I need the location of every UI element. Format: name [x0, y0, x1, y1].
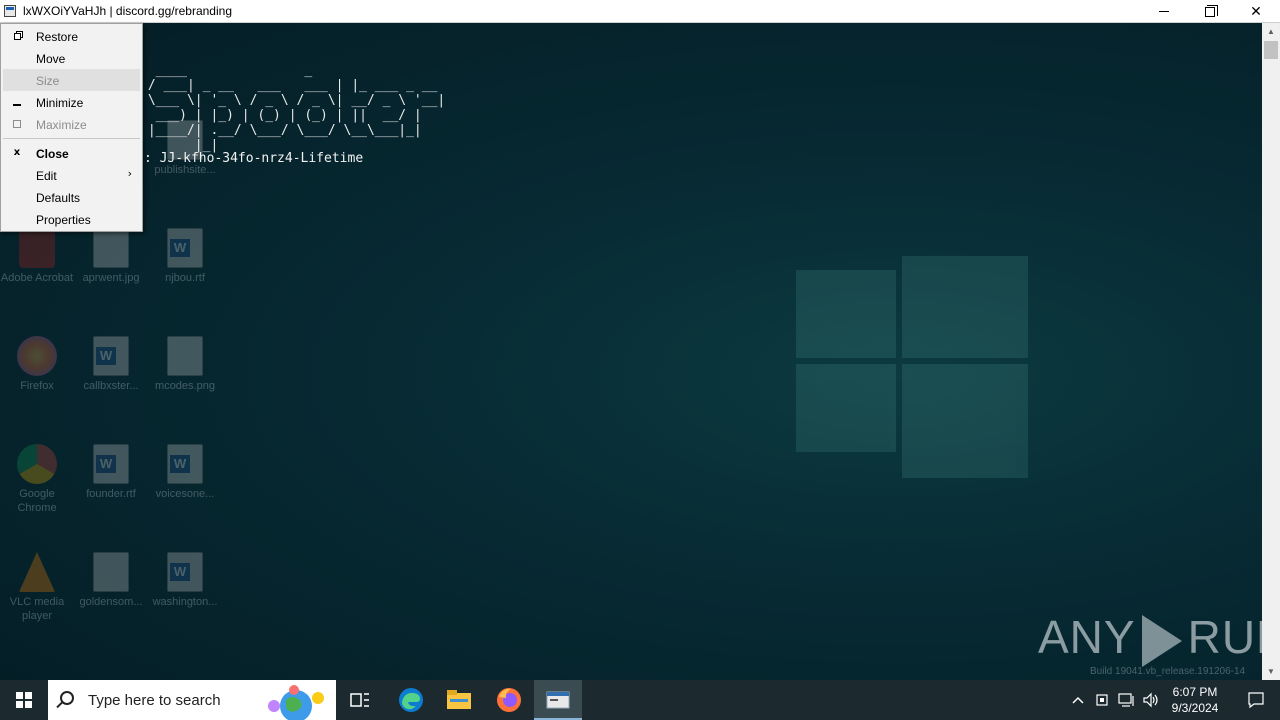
menu-item-label: Move — [36, 52, 66, 66]
taskbar: Type here to search 6:07 PM 9/3/2024 — [0, 680, 1280, 720]
minimize-icon — [13, 104, 21, 106]
scroll-up-icon[interactable]: ▲ — [1262, 23, 1280, 40]
search-placeholder: Type here to search — [88, 692, 221, 709]
menu-item-edit[interactable]: Edit › — [3, 164, 140, 186]
task-view-icon — [350, 693, 369, 707]
scrollbar-thumb[interactable] — [1264, 41, 1278, 59]
restore-button[interactable] — [1187, 0, 1233, 23]
close-icon: x — [13, 147, 21, 158]
action-center-button[interactable] — [1232, 680, 1280, 720]
taskbar-clock[interactable]: 6:07 PM 9/3/2024 — [1162, 684, 1228, 716]
chevron-up-icon — [1072, 696, 1084, 704]
close-icon: ✕ — [1250, 3, 1262, 20]
menu-item-move[interactable]: Move — [3, 47, 140, 69]
tray-network-adapter[interactable] — [1092, 680, 1114, 720]
taskbar-explorer-button[interactable] — [435, 680, 483, 720]
vertical-scrollbar[interactable]: ▲ ▼ — [1262, 23, 1280, 680]
menu-separator — [3, 138, 140, 139]
taskbar-firefox-button[interactable] — [485, 680, 533, 720]
show-hidden-icons-button[interactable] — [1068, 680, 1088, 720]
tray-network[interactable] — [1116, 680, 1138, 720]
minimize-icon — [1159, 11, 1169, 12]
task-view-button[interactable] — [336, 680, 384, 720]
close-button[interactable]: ✕ — [1233, 0, 1279, 23]
menu-item-label: Restore — [36, 30, 79, 44]
menu-item-properties[interactable]: Properties — [3, 208, 140, 230]
license-key-line: : JJ-kfho-34fo-nrz4-Lifetime — [144, 151, 364, 166]
menu-item-maximize[interactable]: Maximize — [3, 113, 140, 135]
file-explorer-icon — [447, 690, 471, 709]
maximize-icon — [13, 120, 21, 128]
volume-icon — [1143, 692, 1158, 708]
console-app-icon[interactable] — [4, 5, 16, 17]
taskbar-edge-button[interactable] — [387, 680, 435, 720]
menu-item-restore[interactable]: Restore — [3, 25, 140, 47]
menu-item-label: Maximize — [36, 118, 87, 132]
clock-date: 9/3/2024 — [1171, 701, 1219, 715]
console-window: lxWXOiYVaHJh | discord.gg/rebranding ✕ _… — [0, 0, 1280, 680]
console-output[interactable]: ____ _ / ___| _ __ ___ ___ | |_ ___ _ __… — [0, 23, 1262, 680]
menu-item-defaults[interactable]: Defaults — [3, 186, 140, 208]
start-button[interactable] — [0, 680, 48, 720]
scroll-down-icon[interactable]: ▼ — [1262, 663, 1280, 680]
taskbar-console-button[interactable] — [534, 680, 582, 720]
search-highlight-icon — [268, 685, 324, 720]
menu-item-label: Size — [36, 74, 60, 88]
minimize-button[interactable] — [1141, 0, 1187, 23]
menu-item-close[interactable]: x Close — [3, 142, 140, 164]
edge-icon — [399, 688, 423, 712]
submenu-arrow-icon: › — [127, 167, 132, 180]
menu-item-label: Close — [36, 147, 69, 161]
menu-item-size[interactable]: Size — [3, 69, 140, 91]
search-icon — [60, 691, 74, 705]
tray-volume[interactable] — [1140, 680, 1162, 720]
menu-item-label: Properties — [36, 213, 91, 227]
menu-item-minimize[interactable]: Minimize — [3, 91, 140, 113]
window-title: lxWXOiYVaHJh | discord.gg/rebranding — [23, 4, 232, 18]
menu-item-label: Minimize — [36, 96, 84, 110]
menu-item-label: Edit — [36, 169, 57, 183]
ascii-banner: ____ _ / ___| _ __ ___ ___ | |_ ___ _ __… — [147, 63, 446, 153]
system-menu: Restore Move Size Minimize Maximize x Cl… — [0, 23, 143, 232]
taskbar-search-box[interactable]: Type here to search — [48, 680, 336, 720]
notification-icon — [1248, 692, 1264, 709]
clock-time: 6:07 PM — [1172, 685, 1218, 699]
firefox-icon — [497, 688, 521, 712]
menu-item-label: Defaults — [36, 191, 81, 205]
window-titlebar[interactable]: lxWXOiYVaHJh | discord.gg/rebranding ✕ — [0, 0, 1280, 23]
restore-icon — [14, 33, 21, 40]
console-window-icon — [546, 691, 570, 709]
restore-icon — [1205, 4, 1218, 17]
network-icon — [1118, 693, 1134, 707]
device-icon — [1096, 694, 1108, 706]
windows-start-icon — [16, 692, 32, 708]
